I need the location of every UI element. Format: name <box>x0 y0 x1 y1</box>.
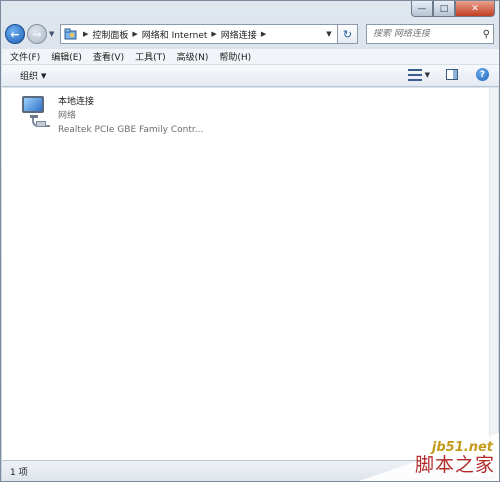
refresh-icon: ↻ <box>342 27 353 41</box>
breadcrumb-separator[interactable]: ▶ <box>83 30 88 38</box>
vertical-scrollbar[interactable] <box>489 88 498 460</box>
menu-tools[interactable]: 工具(T) <box>135 50 166 63</box>
breadcrumb-network-connections[interactable]: 网络连接 <box>221 28 257 41</box>
window-controls: — □ ✕ <box>411 1 495 17</box>
organize-button[interactable]: 组织 ▼ <box>20 69 47 83</box>
organize-label: 组织 <box>20 72 39 82</box>
address-row: ← → ▼ ▶ 控制面板 ▶ 网络和 Internet ▶ 网络连接 ▶ ▼ ↻… <box>5 21 497 47</box>
menu-edit[interactable]: 编辑(E) <box>51 50 82 63</box>
chevron-down-icon: ▼ <box>326 30 332 38</box>
maximize-icon: □ <box>439 3 449 14</box>
arrow-right-icon: → <box>32 27 42 41</box>
item-count: 1 项 <box>10 467 28 478</box>
help-icon[interactable]: ? <box>476 68 489 81</box>
site-watermark: jb51.net 脚本之家 <box>359 433 499 481</box>
breadcrumb-network-internet[interactable]: 网络和 Internet <box>142 28 208 41</box>
close-icon: ✕ <box>471 3 479 14</box>
list-item[interactable]: 本地连接 网络 Realtek PCIe GBE Family Contr... <box>18 94 203 137</box>
refresh-button[interactable]: ↻ <box>338 24 358 44</box>
menu-bar: 文件(F) 编辑(E) 查看(V) 工具(T) 高级(N) 帮助(H) <box>2 49 499 65</box>
minimize-icon: — <box>417 3 427 14</box>
address-bar[interactable]: ▶ 控制面板 ▶ 网络和 Internet ▶ 网络连接 ▶ ▼ <box>60 24 338 44</box>
command-bar: 组织 ▼ ▼ ? <box>2 65 499 87</box>
file-list-pane[interactable]: 本地连接 网络 Realtek PCIe GBE Family Contr... <box>2 88 490 460</box>
change-view-icon[interactable] <box>407 68 422 81</box>
recent-pages-dropdown[interactable]: ▼ <box>49 30 57 38</box>
menu-file[interactable]: 文件(F) <box>10 50 40 63</box>
explorer-window: — □ ✕ ← → ▼ ▶ 控制面板 ▶ 网络和 Internet ▶ 网络连接… <box>0 0 500 482</box>
search-input[interactable] <box>373 29 473 39</box>
arrow-left-icon: ← <box>10 27 20 41</box>
chevron-down-icon: ▼ <box>41 71 47 80</box>
breadcrumb-separator[interactable]: ▶ <box>211 30 216 38</box>
command-bar-right: ▼ ? <box>407 68 489 81</box>
view-options-dropdown[interactable]: ▼ <box>425 71 430 79</box>
search-box[interactable]: ⚲ <box>366 24 494 44</box>
search-icon[interactable]: ⚲ <box>483 29 490 40</box>
back-button[interactable]: ← <box>5 24 25 44</box>
breadcrumb-control-panel[interactable]: 控制面板 <box>92 28 128 41</box>
menu-view[interactable]: 查看(V) <box>93 50 124 63</box>
control-panel-icon <box>64 28 77 40</box>
chevron-down-icon: ▼ <box>49 30 55 38</box>
forward-button[interactable]: → <box>27 24 47 44</box>
connection-adapter: Realtek PCIe GBE Family Contr... <box>58 125 204 135</box>
network-adapter-icon <box>18 94 52 128</box>
connection-name: 本地连接 <box>58 97 95 107</box>
close-button[interactable]: ✕ <box>455 1 495 17</box>
connection-status: 网络 <box>58 111 77 121</box>
connection-details: 本地连接 网络 Realtek PCIe GBE Family Contr... <box>58 94 203 137</box>
menu-advanced[interactable]: 高级(N) <box>177 50 209 63</box>
breadcrumb-separator[interactable]: ▶ <box>261 30 266 38</box>
menu-help[interactable]: 帮助(H) <box>219 50 251 63</box>
minimize-button[interactable]: — <box>411 1 433 17</box>
maximize-button[interactable]: □ <box>433 1 455 17</box>
preview-pane-icon[interactable] <box>446 69 458 80</box>
address-dropdown[interactable]: ▼ <box>321 25 337 43</box>
breadcrumb-separator[interactable]: ▶ <box>132 30 137 38</box>
watermark-name: 脚本之家 <box>414 454 495 476</box>
